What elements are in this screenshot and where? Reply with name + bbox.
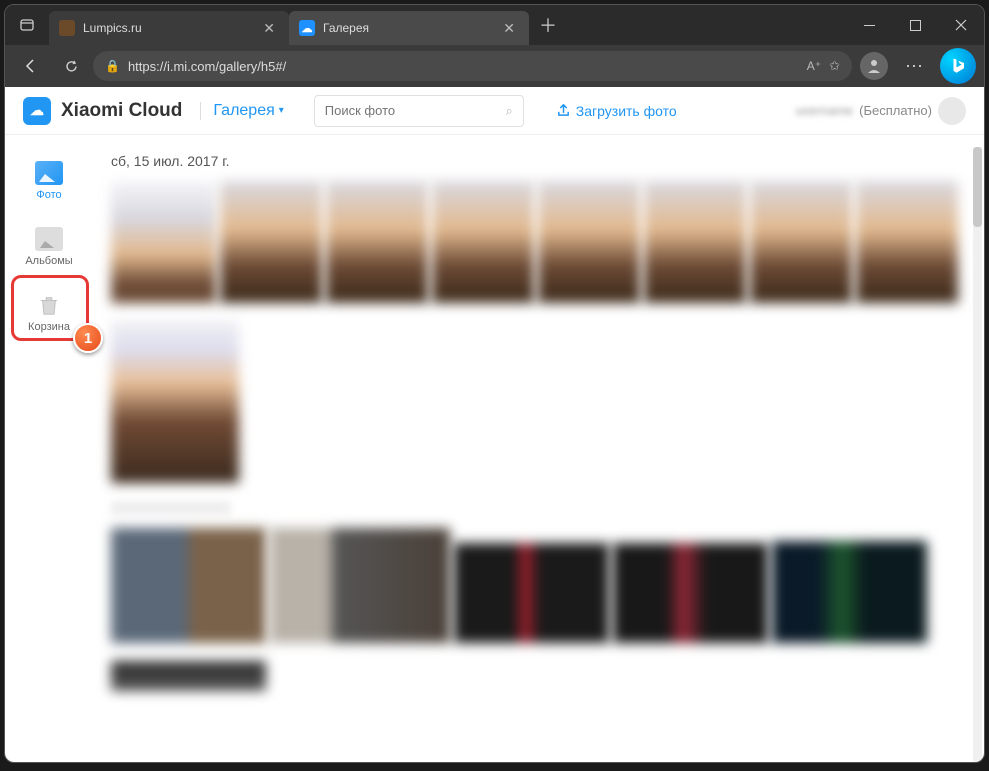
section-label: Галерея [213, 102, 274, 120]
url-text: https://i.mi.com/gallery/h5#/ [128, 59, 799, 74]
date-header-blurred [111, 501, 231, 515]
photo-row-4 [111, 661, 974, 691]
favorites-icon[interactable]: ✩ [829, 58, 840, 74]
upload-label: Загрузить фото [576, 103, 677, 119]
bing-icon [949, 57, 967, 75]
maximize-button[interactable] [892, 5, 938, 45]
photo-thumbnail[interactable] [220, 181, 322, 303]
brand-name: Xiaomi Cloud [61, 100, 182, 122]
favicon-lumpics-icon [59, 20, 75, 36]
callout-number: 1 [84, 330, 92, 347]
body-layout: Фото Альбомы Корзина 1 сб, 15 июл. 2017 … [5, 135, 984, 763]
photo-thumbnail[interactable] [270, 528, 450, 643]
new-tab-button[interactable]: ＋ [529, 12, 567, 38]
date-header: сб, 15 июл. 2017 г. [111, 153, 974, 169]
username: username [795, 103, 853, 118]
sidebar-item-label: Корзина [28, 321, 70, 333]
tab-title: Lumpics.ru [83, 21, 251, 35]
photo-thumbnail[interactable] [326, 181, 428, 303]
sidebar-item-label: Альбомы [25, 255, 72, 267]
search-input[interactable] [325, 103, 506, 118]
user-area[interactable]: username (Бесплатно) [795, 97, 966, 125]
chevron-down-icon: ▾ [279, 105, 284, 116]
tab-close-button[interactable]: ✕ [259, 18, 279, 39]
photo-thumbnail[interactable] [856, 181, 958, 303]
photo-thumbnail[interactable] [454, 543, 609, 643]
search-box[interactable]: ⌕ [314, 95, 524, 127]
minimize-button[interactable] [846, 5, 892, 45]
photo-thumbnail[interactable] [111, 528, 266, 643]
upload-icon [556, 102, 571, 120]
scrollbar-track [973, 147, 982, 762]
menu-button[interactable]: ⋯ [896, 50, 932, 82]
refresh-icon [64, 59, 79, 74]
url-input[interactable]: 🔒 https://i.mi.com/gallery/h5#/ A⁺ ✩ [93, 51, 852, 81]
back-button[interactable] [13, 50, 49, 82]
tab-title: Галерея [323, 21, 491, 35]
address-bar: 🔒 https://i.mi.com/gallery/h5#/ A⁺ ✩ ⋯ [5, 45, 984, 87]
sidebar-item-trash[interactable]: Корзина [18, 289, 80, 337]
photo-row-1 [111, 181, 974, 303]
section-dropdown[interactable]: Галерея ▾ [200, 102, 283, 120]
tab-lumpics[interactable]: Lumpics.ru ✕ [49, 11, 289, 45]
tab-close-button[interactable]: ✕ [499, 18, 519, 39]
photo-thumbnail[interactable] [111, 321, 239, 483]
tabs-overview-icon [19, 17, 35, 33]
user-plan: (Бесплатно) [859, 103, 932, 118]
close-icon [955, 19, 967, 31]
profile-button[interactable] [856, 50, 892, 82]
tab-actions-button[interactable] [5, 17, 49, 33]
user-avatar-icon [938, 97, 966, 125]
tab-gallery[interactable]: ☁ Галерея ✕ [289, 11, 529, 45]
photo-thumbnail[interactable] [432, 181, 534, 303]
sidebar: Фото Альбомы Корзина 1 [5, 135, 93, 763]
titlebar: Lumpics.ru ✕ ☁ Галерея ✕ ＋ [5, 5, 984, 45]
sidebar-item-photo[interactable]: Фото [18, 157, 80, 205]
window-controls [846, 5, 984, 45]
close-window-button[interactable] [938, 5, 984, 45]
page-content: ☁ Xiaomi Cloud Галерея ▾ ⌕ Загрузить фот… [5, 87, 984, 763]
photo-thumbnail[interactable] [772, 541, 927, 643]
sidebar-item-albums[interactable]: Альбомы [18, 223, 80, 271]
albums-icon [35, 227, 63, 251]
main-content: сб, 15 июл. 2017 г. [93, 135, 984, 763]
trash-icon [35, 293, 63, 317]
lock-icon: 🔒 [105, 59, 120, 73]
photo-thumbnail[interactable] [538, 181, 640, 303]
sidebar-item-label: Фото [36, 189, 61, 201]
photo-thumbnail[interactable] [111, 181, 216, 303]
photo-thumbnail[interactable] [750, 181, 852, 303]
scrollbar-thumb[interactable] [973, 147, 982, 227]
search-icon: ⌕ [506, 103, 513, 119]
arrow-left-icon [23, 58, 39, 74]
avatar-icon [860, 52, 888, 80]
reader-mode-icon[interactable]: A⁺ [807, 59, 821, 73]
photo-thumbnail[interactable] [111, 661, 266, 691]
photo-row-3 [111, 528, 974, 643]
photo-thumbnail[interactable] [644, 181, 746, 303]
photo-row-2 [111, 321, 974, 483]
site-header: ☁ Xiaomi Cloud Галерея ▾ ⌕ Загрузить фот… [5, 87, 984, 135]
photo-icon [35, 161, 63, 185]
photo-thumbnail[interactable] [613, 543, 768, 643]
mi-cloud-logo-icon: ☁ [23, 97, 51, 125]
browser-chrome: Lumpics.ru ✕ ☁ Галерея ✕ ＋ 🔒 https://i.m… [5, 5, 984, 87]
minimize-icon [864, 20, 875, 31]
upload-photo-button[interactable]: Загрузить фото [556, 102, 677, 120]
bing-chat-button[interactable] [940, 48, 976, 84]
maximize-icon [910, 20, 921, 31]
favicon-mi-icon: ☁ [299, 20, 315, 36]
refresh-button[interactable] [53, 50, 89, 82]
